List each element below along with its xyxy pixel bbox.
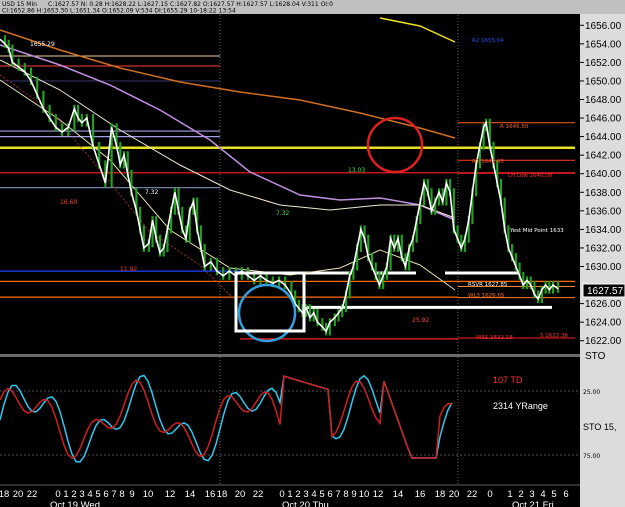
- x-tick-label: 16: [205, 489, 216, 500]
- x-tick-label: 2: [518, 489, 523, 500]
- y-tick-label: 1636.00: [585, 206, 622, 217]
- x-tick-label: 7: [111, 489, 116, 500]
- x-tick-label: 8: [343, 489, 348, 500]
- x-day-label: Oct 20 Thu: [282, 500, 329, 507]
- x-tick-label: 14: [185, 489, 196, 500]
- y-tick-label: 1630.00: [585, 262, 622, 273]
- x-tick-label: 3: [529, 489, 534, 500]
- x-tick-label: 7: [335, 489, 340, 500]
- price-line-label: WS1 1622.18: [476, 335, 513, 341]
- osc-level-label: 25.00: [583, 389, 600, 396]
- x-tick-label: 1: [287, 489, 292, 500]
- price-line-label: WL3 1626.65: [468, 293, 505, 299]
- x-day-label: Oct 19 Wed: [50, 500, 100, 507]
- x-tick-label: 18: [217, 489, 228, 500]
- chart-annotation: 7.32: [145, 189, 159, 196]
- x-tick-label: 5: [95, 489, 100, 500]
- x-tick-label: 0: [279, 489, 284, 500]
- y-tick-label: STO: [585, 351, 606, 362]
- price-line-label: R1 1641.45: [472, 159, 504, 165]
- x-day-label: Oct 21 Fri: [512, 500, 554, 507]
- x-tick-label: 12: [165, 489, 176, 500]
- header-quote-2: CI:1652.86 H:1653.30 L:1651.34 O:1652.09…: [2, 8, 236, 15]
- price-line-label: R 1645.50: [500, 124, 529, 130]
- y-tick-label: 1648.00: [585, 95, 622, 106]
- x-tick-label: 6: [563, 489, 568, 500]
- x-tick-label: 9: [129, 489, 134, 500]
- osc-level-label: 75.00: [583, 453, 600, 460]
- x-tick-label: 4: [540, 489, 545, 500]
- x-tick-label: 2: [71, 489, 76, 500]
- y-tick-label: 1634.00: [585, 225, 622, 236]
- last-price-label: 1627.57: [587, 286, 624, 297]
- y-tick-label: 1626.00: [585, 299, 622, 310]
- price-line-label: LH Low 1640.08: [508, 173, 553, 179]
- x-tick-label: 22: [27, 489, 38, 500]
- y-tick-label: 1640.00: [585, 169, 622, 180]
- osc-label: 2314 YRange: [493, 401, 548, 411]
- x-tick-label: 10: [143, 489, 154, 500]
- y-tick-label: 1624.00: [585, 318, 622, 329]
- chart-annotation: 13.03: [348, 167, 365, 174]
- x-tick-label: 8: [119, 489, 124, 500]
- y-tick-label: 1650.00: [585, 76, 622, 87]
- chart-annotation: 25.92: [412, 317, 429, 324]
- x-tick-label: 3: [303, 489, 308, 500]
- price-line-label: S 1622.36: [540, 333, 568, 339]
- x-tick-label: 0: [487, 489, 492, 500]
- y-tick-label: 1652.00: [585, 58, 622, 69]
- y-tick-label: 1654.00: [585, 39, 622, 50]
- x-tick-label: 5: [551, 489, 556, 500]
- y-tick-label: 1656.00: [585, 21, 622, 32]
- x-tick-label: 4: [311, 489, 316, 500]
- x-tick-label: 10: [359, 489, 370, 500]
- y-tick-label: 1622.00: [585, 336, 622, 347]
- x-tick-label: 1: [63, 489, 68, 500]
- x-tick-label: 20: [13, 489, 24, 500]
- x-tick-label: 5: [319, 489, 324, 500]
- x-tick-label: 18: [0, 489, 9, 500]
- osc-label: 107 TD: [493, 375, 523, 385]
- x-tick-label: 2: [295, 489, 300, 500]
- price-line-label: Yest Mid Point 1633: [509, 228, 564, 234]
- x-tick-label: 14: [393, 489, 404, 500]
- x-axis: 18 20 22 0 1 2 3 4 5 6 7 8 9 10 12 14 16 18 20 22 0 1 2 3 4 5 6 7 8 9…: [0, 484, 580, 507]
- x-tick-label: 6: [327, 489, 332, 500]
- x-tick-label: 3: [79, 489, 84, 500]
- y-tick-label: 1632.00: [585, 243, 622, 254]
- x-tick-label: 9: [351, 489, 356, 500]
- x-tick-label: 20: [235, 489, 246, 500]
- x-tick-label: 20: [449, 489, 460, 500]
- price-line-label: RSVR 1627.85: [468, 282, 508, 288]
- x-tick-label: 6: [103, 489, 108, 500]
- x-tick-label: 16: [415, 489, 426, 500]
- osc-label: STO 15,: [583, 422, 616, 432]
- y-tick-label: 1638.00: [585, 188, 622, 199]
- y-tick-label: 1646.00: [585, 114, 622, 125]
- chart-canvas: USD 15 Min C:1627.57 N: 0.28 H:1628.22 L…: [0, 0, 625, 507]
- x-tick-label: 22: [253, 489, 264, 500]
- x-tick-label: 4: [87, 489, 92, 500]
- chart-annotation: 11.92: [120, 266, 137, 273]
- chart-annotation: 16.60: [60, 199, 77, 206]
- x-tick-label: 18: [435, 489, 446, 500]
- price-line-label: R2 1655.04: [472, 38, 504, 44]
- y-tick-label: 1642.00: [585, 151, 622, 162]
- y-tick-label: 1644.00: [585, 132, 622, 143]
- x-tick-label: 0: [55, 489, 60, 500]
- x-tick-label: 1: [507, 489, 512, 500]
- chart-annotation: 7.32: [276, 210, 290, 217]
- x-tick-label: 12: [373, 489, 384, 500]
- x-tick-label: 22: [467, 489, 478, 500]
- chart-annotation: 1655.29: [30, 41, 55, 48]
- pane-divider: [0, 354, 580, 357]
